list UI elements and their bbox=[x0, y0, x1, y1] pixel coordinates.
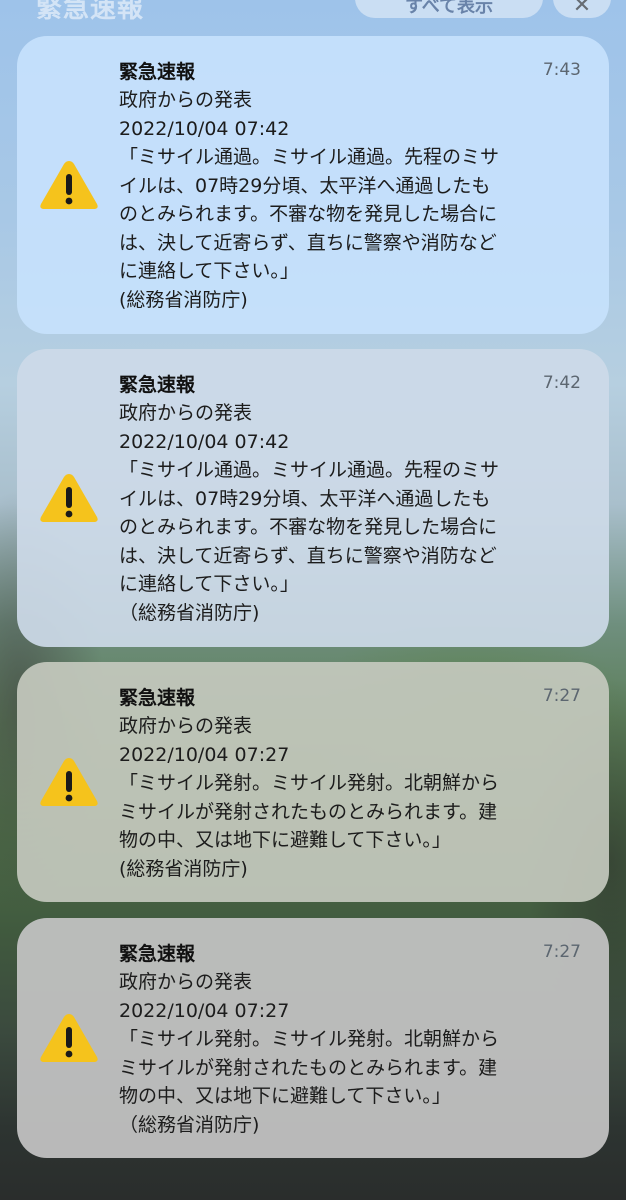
notification-source: 政府からの発表 bbox=[119, 715, 253, 737]
notification-date: 2022/10/04 07:27 bbox=[119, 743, 290, 766]
notification-agency: (総務省消防庁) bbox=[119, 288, 248, 311]
notification-body-line: ミサイルが発射されたものとみられます。建 bbox=[119, 800, 498, 823]
notification-body-line: 「ミサイル通過。ミサイル通過。先程のミサ bbox=[119, 146, 500, 168]
notification-date: 2022/10/04 07:42 bbox=[119, 117, 290, 140]
notification-body-line: に連絡して下さい。」 bbox=[119, 573, 299, 595]
notification-body-line: ミサイルが発射されたものとみられます。建 bbox=[119, 1056, 498, 1079]
notification-agency: （総務省消防庁) bbox=[119, 601, 260, 624]
notification-time: 7:27 bbox=[542, 686, 581, 706]
notification-body-line: のとみられます。不審な物を発見した場合に bbox=[119, 203, 498, 225]
notification-source: 政府からの発表 bbox=[119, 402, 253, 424]
peek-title: 緊急速報 bbox=[36, 0, 145, 24]
notification-time: 7:43 bbox=[542, 60, 581, 80]
notification-source: 政府からの発表 bbox=[119, 89, 253, 111]
warning-icon bbox=[39, 471, 99, 525]
notification-body-line: は、決して近寄らず、直ちに警察や消防など bbox=[119, 231, 497, 254]
notification-body-line: は、決して近寄らず、直ちに警察や消防など bbox=[119, 544, 497, 567]
clear-button[interactable]: ✕ bbox=[553, 0, 611, 18]
notification-agency: （総務省消防庁) bbox=[119, 1113, 260, 1136]
notification-agency: (総務省消防庁) bbox=[119, 857, 248, 880]
notification-card[interactable]: 緊急速報 7:42 政府からの発表 2022/10/04 07:42 「ミサイル… bbox=[17, 349, 609, 647]
notification-source: 政府からの発表 bbox=[119, 971, 253, 993]
notification-card[interactable]: 緊急速報 7:43 政府からの発表 2022/10/04 07:42 「ミサイル… bbox=[17, 36, 609, 334]
notification-title: 緊急速報 bbox=[119, 943, 196, 965]
notification-card[interactable]: 緊急速報 7:27 政府からの発表 2022/10/04 07:27 「ミサイル… bbox=[17, 918, 609, 1158]
notification-body-line: に連絡して下さい。」 bbox=[119, 260, 299, 282]
notification-body-line: イルは、07時29分頃、太平洋へ通過したも bbox=[119, 174, 491, 197]
notification-body-line: 物の中、又は地下に避難して下さい。」 bbox=[119, 829, 451, 851]
warning-icon bbox=[39, 1011, 99, 1065]
notification-body-line: イルは、07時29分頃、太平洋へ通過したも bbox=[119, 487, 491, 510]
warning-icon bbox=[39, 755, 99, 809]
show-all-button[interactable]: すべて表示 bbox=[355, 0, 543, 18]
notification-title: 緊急速報 bbox=[119, 61, 196, 83]
notification-body-line: 「ミサイル発射。ミサイル発射。北朝鮮から bbox=[119, 772, 500, 794]
notification-time: 7:42 bbox=[542, 373, 581, 393]
notification-body-line: 「ミサイル発射。ミサイル発射。北朝鮮から bbox=[119, 1028, 500, 1050]
warning-icon bbox=[39, 158, 99, 212]
notification-title: 緊急速報 bbox=[119, 374, 196, 396]
previous-notification-peek: 緊急速報 すべて表示 ✕ bbox=[0, 0, 626, 24]
notification-time: 7:27 bbox=[542, 942, 581, 962]
notification-date: 2022/10/04 07:42 bbox=[119, 430, 290, 453]
notification-title: 緊急速報 bbox=[119, 687, 196, 709]
notification-date: 2022/10/04 07:27 bbox=[119, 999, 290, 1022]
notification-card[interactable]: 緊急速報 7:27 政府からの発表 2022/10/04 07:27 「ミサイル… bbox=[17, 662, 609, 902]
notification-body-line: のとみられます。不審な物を発見した場合に bbox=[119, 516, 498, 538]
notification-body-line: 物の中、又は地下に避難して下さい。」 bbox=[119, 1085, 451, 1107]
notification-body-line: 「ミサイル通過。ミサイル通過。先程のミサ bbox=[119, 459, 500, 481]
